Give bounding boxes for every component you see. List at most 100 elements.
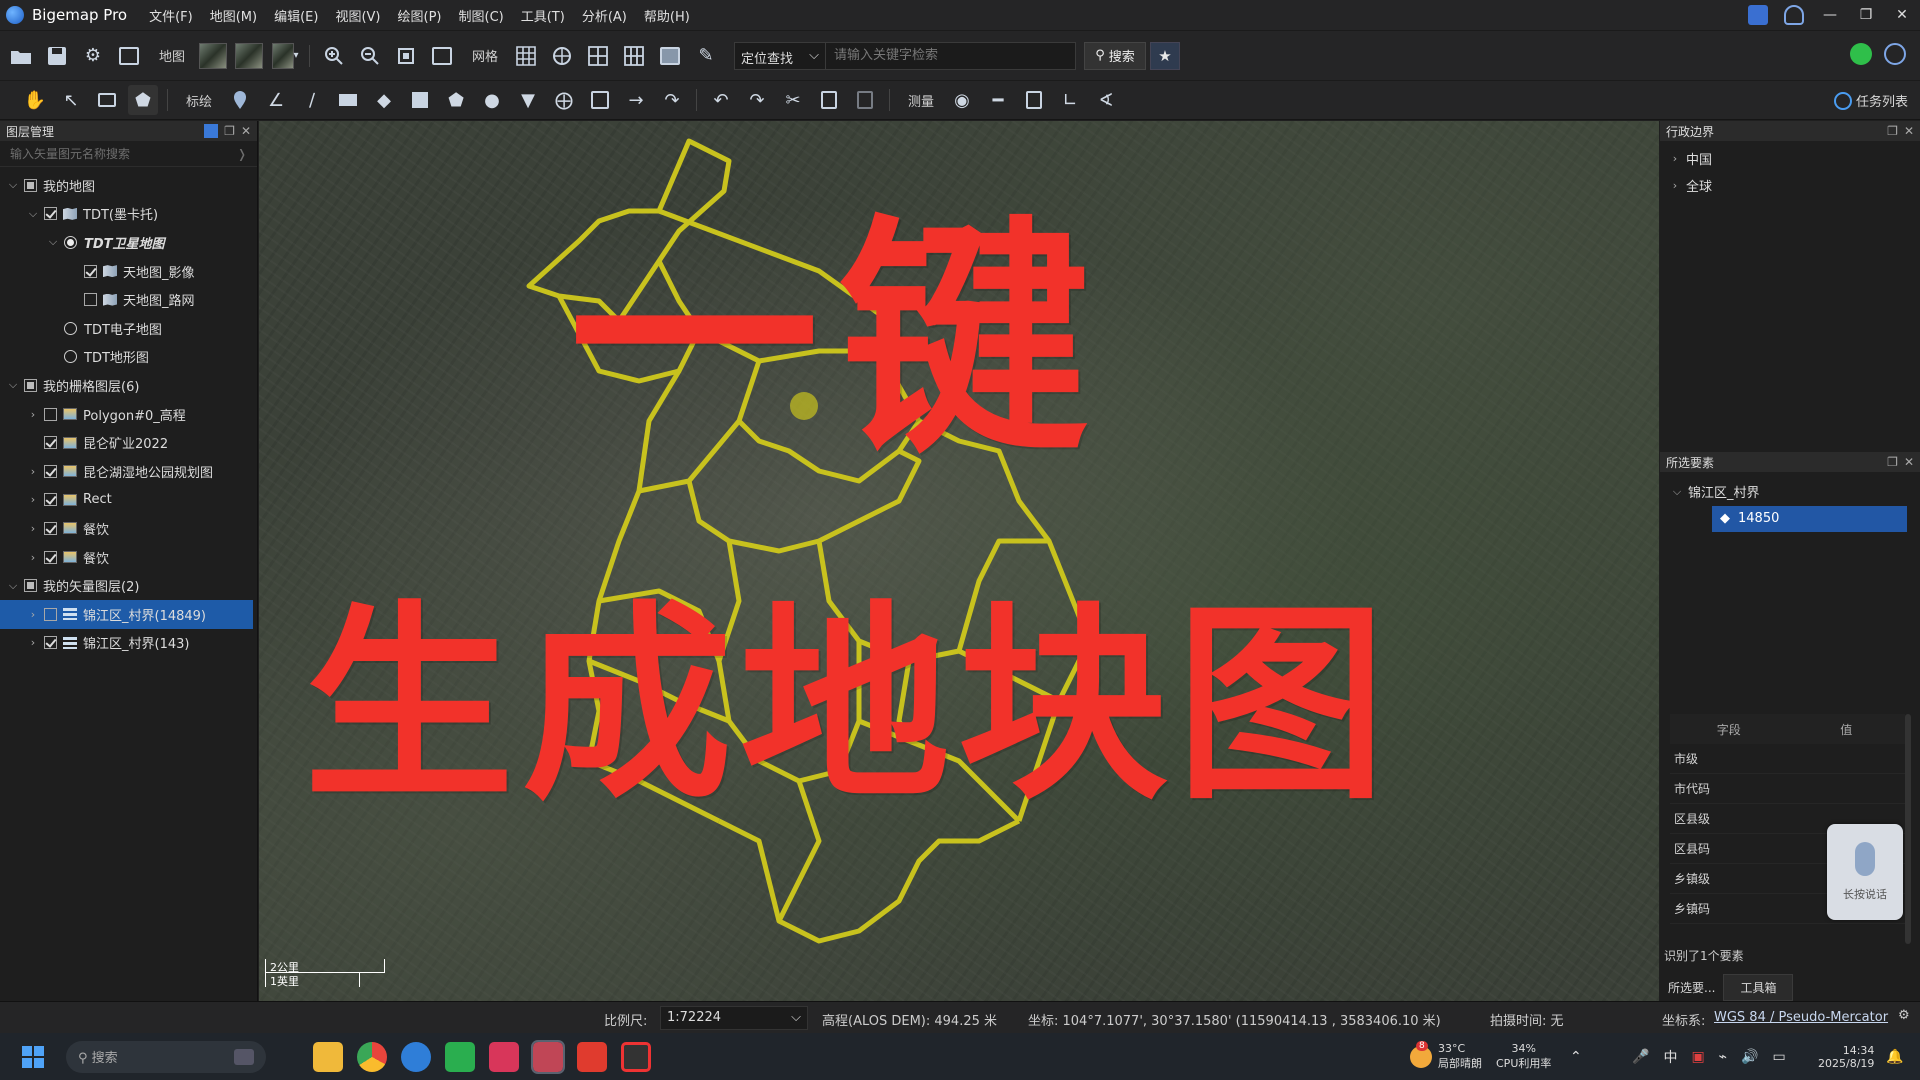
- chevron-right-icon[interactable]: ›: [26, 608, 40, 621]
- task-list-button[interactable]: 任务列表: [1833, 91, 1908, 110]
- wifi-icon[interactable]: ⌁: [1719, 1049, 1727, 1065]
- layer-checkbox[interactable]: [44, 493, 57, 507]
- layer-checkbox[interactable]: [44, 207, 57, 221]
- select-shape-icon[interactable]: ⬟: [128, 85, 158, 115]
- chevron-right-icon[interactable]: ›: [26, 465, 40, 478]
- chrome-icon[interactable]: [357, 1041, 387, 1072]
- menu-analysis[interactable]: 分析(A): [582, 6, 627, 25]
- chevron-right-icon[interactable]: ›: [26, 522, 40, 535]
- red-app-icon[interactable]: [489, 1041, 519, 1072]
- menu-tools[interactable]: 工具(T): [521, 6, 565, 25]
- draw-circle-icon[interactable]: ●: [477, 85, 507, 115]
- grid-icon[interactable]: [511, 41, 541, 71]
- attribute-row[interactable]: 市级: [1670, 744, 1905, 774]
- menu-view[interactable]: 视图(V): [335, 6, 380, 25]
- battery-icon[interactable]: ▭: [1773, 1049, 1786, 1065]
- open-folder-icon[interactable]: [6, 41, 36, 71]
- notification-bell-icon[interactable]: 🔔: [1886, 1033, 1903, 1080]
- menu-help[interactable]: 帮助(H): [644, 6, 690, 25]
- wps-icon[interactable]: [577, 1041, 607, 1072]
- recorder-icon[interactable]: [621, 1041, 651, 1072]
- measure-distance-icon[interactable]: ━: [983, 85, 1013, 115]
- layer-checkbox[interactable]: [44, 636, 57, 650]
- km-grid-icon[interactable]: [583, 41, 613, 71]
- draw-polygon-icon[interactable]: ⬟: [441, 85, 471, 115]
- clock[interactable]: 14:34 2025/8/19: [1818, 1033, 1874, 1080]
- close-window-button[interactable]: ✕: [1884, 0, 1920, 30]
- locate-mode-select[interactable]: 定位查找 ⌵: [734, 41, 827, 70]
- layer-tree-row[interactable]: ⌵ TDT(墨卡托): [0, 200, 257, 229]
- layer-radio[interactable]: [64, 321, 77, 335]
- layer-tree-row[interactable]: ⌵ 我的栅格图层(6): [0, 371, 257, 400]
- draw-line-icon[interactable]: ∕: [297, 85, 327, 115]
- layer-radio[interactable]: [64, 350, 77, 364]
- settings-icon[interactable]: ⚙: [78, 41, 108, 71]
- full-extent-icon[interactable]: [427, 41, 457, 71]
- layer-tree-row[interactable]: ⌵ TDT卫星地图: [0, 228, 257, 257]
- layer-checkbox[interactable]: [44, 607, 57, 621]
- draw-freehand-icon[interactable]: ◆: [369, 85, 399, 115]
- close-panel-icon[interactable]: ✕: [241, 124, 251, 138]
- measure-point-icon[interactable]: ◉: [947, 85, 977, 115]
- layer-tree-row[interactable]: ⌵ 我的地图: [0, 171, 257, 200]
- chevron-down-icon[interactable]: ⌵: [6, 579, 20, 593]
- measure-area-icon[interactable]: [1019, 85, 1049, 115]
- scale-select[interactable]: 1:72224 ⌵: [660, 1006, 808, 1030]
- chevron-right-icon[interactable]: ›: [26, 636, 40, 649]
- bigemap-taskbar-icon[interactable]: [401, 1041, 431, 1072]
- layer-tree-row[interactable]: ⌵ 我的矢量图层(2): [0, 571, 257, 600]
- volume-icon[interactable]: 🔊: [1741, 1049, 1758, 1065]
- layer-tree-row[interactable]: › 锦江区_村界(143): [0, 629, 257, 658]
- layer-checkbox[interactable]: [44, 521, 57, 535]
- layer-tree-row[interactable]: › 锦江区_村界(14849): [0, 599, 253, 629]
- basemap-dropdown-icon[interactable]: ▾: [270, 41, 300, 71]
- tab-selected-features[interactable]: 所选要...: [1660, 979, 1723, 996]
- chevron-right-icon[interactable]: ›: [26, 493, 40, 506]
- menu-file[interactable]: 文件(F): [149, 6, 193, 25]
- selected-feature-item[interactable]: ◆ 14850: [1712, 505, 1907, 532]
- draw-curve-arrow-icon[interactable]: ↷: [657, 85, 687, 115]
- draw-sector-icon[interactable]: ▼: [513, 85, 543, 115]
- float-panel-icon[interactable]: ❐: [1887, 455, 1898, 469]
- layer-checkbox[interactable]: [44, 407, 57, 421]
- headset-icon[interactable]: [1784, 5, 1804, 25]
- admin-item-china[interactable]: › 中国: [1660, 145, 1920, 172]
- layer-tree-row[interactable]: 天地图_路网: [0, 285, 257, 314]
- attribute-row[interactable]: 市代码: [1670, 774, 1905, 804]
- chevron-down-icon[interactable]: ⌵: [6, 378, 20, 392]
- message-icon[interactable]: [1748, 5, 1768, 25]
- brush-icon[interactable]: ✎: [691, 41, 721, 71]
- draw-square-icon[interactable]: [405, 85, 435, 115]
- layer-checkbox[interactable]: [24, 178, 37, 192]
- layer-checkbox[interactable]: [84, 264, 97, 278]
- antivirus-tray-icon[interactable]: ▣: [1691, 1049, 1704, 1065]
- chevron-down-icon[interactable]: ⌵: [26, 207, 40, 221]
- menu-cartography[interactable]: 制图(C): [459, 6, 504, 25]
- selected-feature-row[interactable]: ◆ 14850: [1660, 505, 1920, 532]
- close-panel-icon[interactable]: ✕: [1904, 124, 1914, 138]
- float-panel-icon[interactable]: ❐: [224, 124, 235, 138]
- zoom-extent-icon[interactable]: [391, 41, 421, 71]
- menu-map[interactable]: 地图(M): [210, 6, 257, 25]
- map-canvas[interactable]: 一键 生成地块图 2公里 1英里: [259, 121, 1659, 1001]
- taskbar-search-box[interactable]: ⚲ 搜索: [66, 1040, 266, 1073]
- layer-checkbox[interactable]: [44, 550, 57, 564]
- basemap-hybrid-icon[interactable]: [234, 41, 264, 71]
- draw-text-line-icon[interactable]: ⨁: [549, 85, 579, 115]
- crs-settings-icon[interactable]: ⚙: [1898, 1008, 1910, 1023]
- close-panel-icon[interactable]: ✕: [1904, 455, 1914, 469]
- minimize-button[interactable]: —: [1812, 0, 1848, 30]
- keyword-search-input[interactable]: [826, 41, 1077, 70]
- layer-tree-row[interactable]: 天地图_影像: [0, 257, 257, 286]
- crs-link[interactable]: WGS 84 / Pseudo-Mercator: [1714, 1010, 1888, 1025]
- redo-icon[interactable]: ↷: [742, 85, 772, 115]
- admin-item-global[interactable]: › 全球: [1660, 172, 1920, 199]
- active-app-icon[interactable]: [531, 1039, 565, 1074]
- sheet-grid-icon[interactable]: [619, 41, 649, 71]
- wechat-taskbar-icon[interactable]: [445, 1041, 475, 1072]
- select-arrow-icon[interactable]: ↖: [56, 85, 86, 115]
- chevron-down-icon[interactable]: ⌵: [6, 178, 20, 192]
- cpu-widget[interactable]: 34% CPU利用率: [1496, 1033, 1551, 1080]
- layer-checkbox[interactable]: [24, 378, 37, 392]
- layer-radio[interactable]: [64, 235, 77, 249]
